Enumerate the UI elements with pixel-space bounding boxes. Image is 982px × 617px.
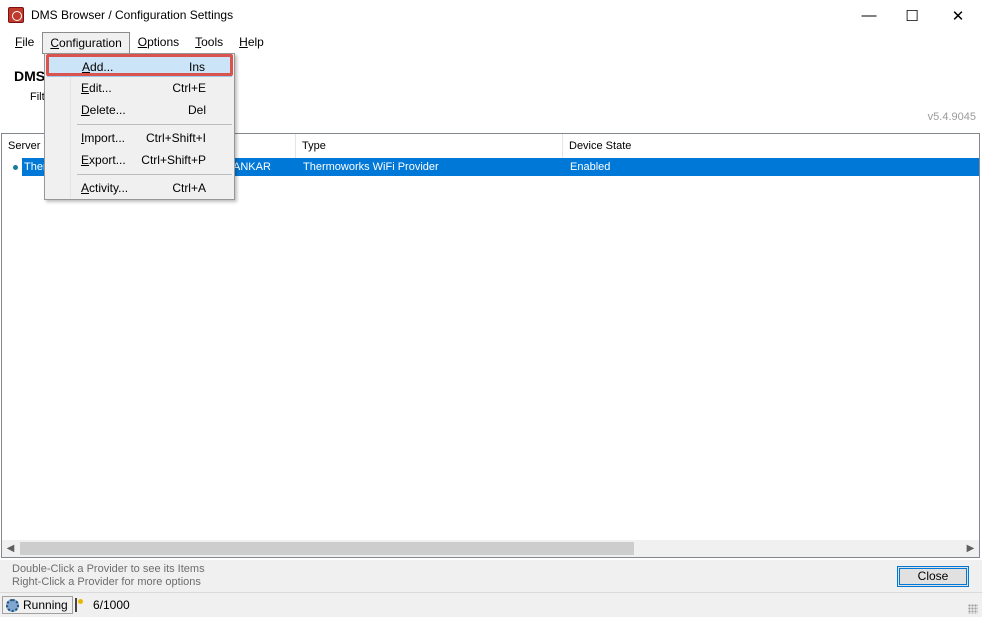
minimize-button[interactable]: — (846, 0, 892, 31)
menu-item-activity[interactable]: Activity... Ctrl+A (47, 177, 232, 199)
menu-separator (77, 124, 232, 125)
menu-item-delete[interactable]: Delete... Del (47, 99, 232, 121)
page-title: DMS (14, 68, 46, 84)
menu-item-edit-label: Edit... (81, 81, 112, 95)
menu-tools[interactable]: Tools (187, 31, 231, 53)
version-label: v5.4.9045 (927, 111, 976, 123)
provider-status-dot-icon (13, 165, 18, 170)
maximize-button[interactable]: ☐ (889, 0, 935, 31)
status-count: 6/1000 (93, 598, 130, 612)
menu-file[interactable]: File (7, 31, 42, 53)
scroll-right-icon[interactable]: ▶ (962, 540, 979, 557)
menu-help[interactable]: Help (231, 31, 272, 53)
status-running: Running (2, 596, 73, 614)
count-icon (75, 598, 85, 612)
menu-separator (77, 174, 232, 175)
menu-item-export-shortcut: Ctrl+Shift+P (141, 153, 206, 167)
window-title: DMS Browser / Configuration Settings (31, 8, 234, 22)
menu-item-delete-shortcut: Del (187, 103, 206, 117)
status-running-label: Running (23, 598, 68, 612)
scroll-left-icon[interactable]: ◀ (2, 540, 19, 557)
menu-options[interactable]: Options (130, 31, 187, 53)
filter-label: Filt (30, 91, 45, 103)
horizontal-scrollbar[interactable]: ◀ ▶ (2, 540, 979, 557)
menu-item-activity-label: Activity... (81, 181, 129, 195)
title-bar: DMS Browser / Configuration Settings — ☐… (0, 0, 982, 31)
menu-configuration[interactable]: Configuration (42, 32, 130, 54)
menu-item-import-label: Import... (81, 131, 126, 145)
highlight-callout (46, 54, 233, 76)
menu-item-delete-label: Delete... (81, 103, 126, 117)
column-header-device-state[interactable]: Device State (563, 134, 863, 158)
hint-right-click: Right-Click a Provider for more options (12, 576, 201, 588)
row-type: Thermoworks WiFi Provider (303, 161, 439, 173)
menu-item-activity-shortcut: Ctrl+A (172, 181, 206, 195)
row-server-tail: ANKAR (233, 161, 271, 173)
gear-icon (6, 599, 19, 612)
close-window-button[interactable]: ✕ (935, 0, 981, 31)
menu-item-edit-shortcut: Ctrl+E (172, 81, 206, 95)
hints-area: Double-Click a Provider to see its Items… (0, 560, 982, 592)
menu-item-export-label: Export... (81, 153, 126, 167)
status-bar: Running 6/1000 (0, 592, 982, 617)
hint-double-click: Double-Click a Provider to see its Items (12, 563, 205, 575)
scrollbar-thumb[interactable] (20, 542, 634, 555)
menu-item-export[interactable]: Export... Ctrl+Shift+P (47, 149, 232, 171)
row-device-state: Enabled (570, 161, 611, 173)
app-icon (8, 7, 24, 23)
resize-grip-icon[interactable] (968, 604, 978, 614)
menu-bar: File Configuration Options Tools Help (0, 31, 982, 55)
close-button[interactable]: Close (897, 566, 969, 587)
menu-item-edit[interactable]: Edit... Ctrl+E (47, 77, 232, 99)
menu-item-import[interactable]: Import... Ctrl+Shift+I (47, 127, 232, 149)
column-header-type[interactable]: Type (296, 134, 563, 158)
menu-item-import-shortcut: Ctrl+Shift+I (145, 131, 206, 145)
